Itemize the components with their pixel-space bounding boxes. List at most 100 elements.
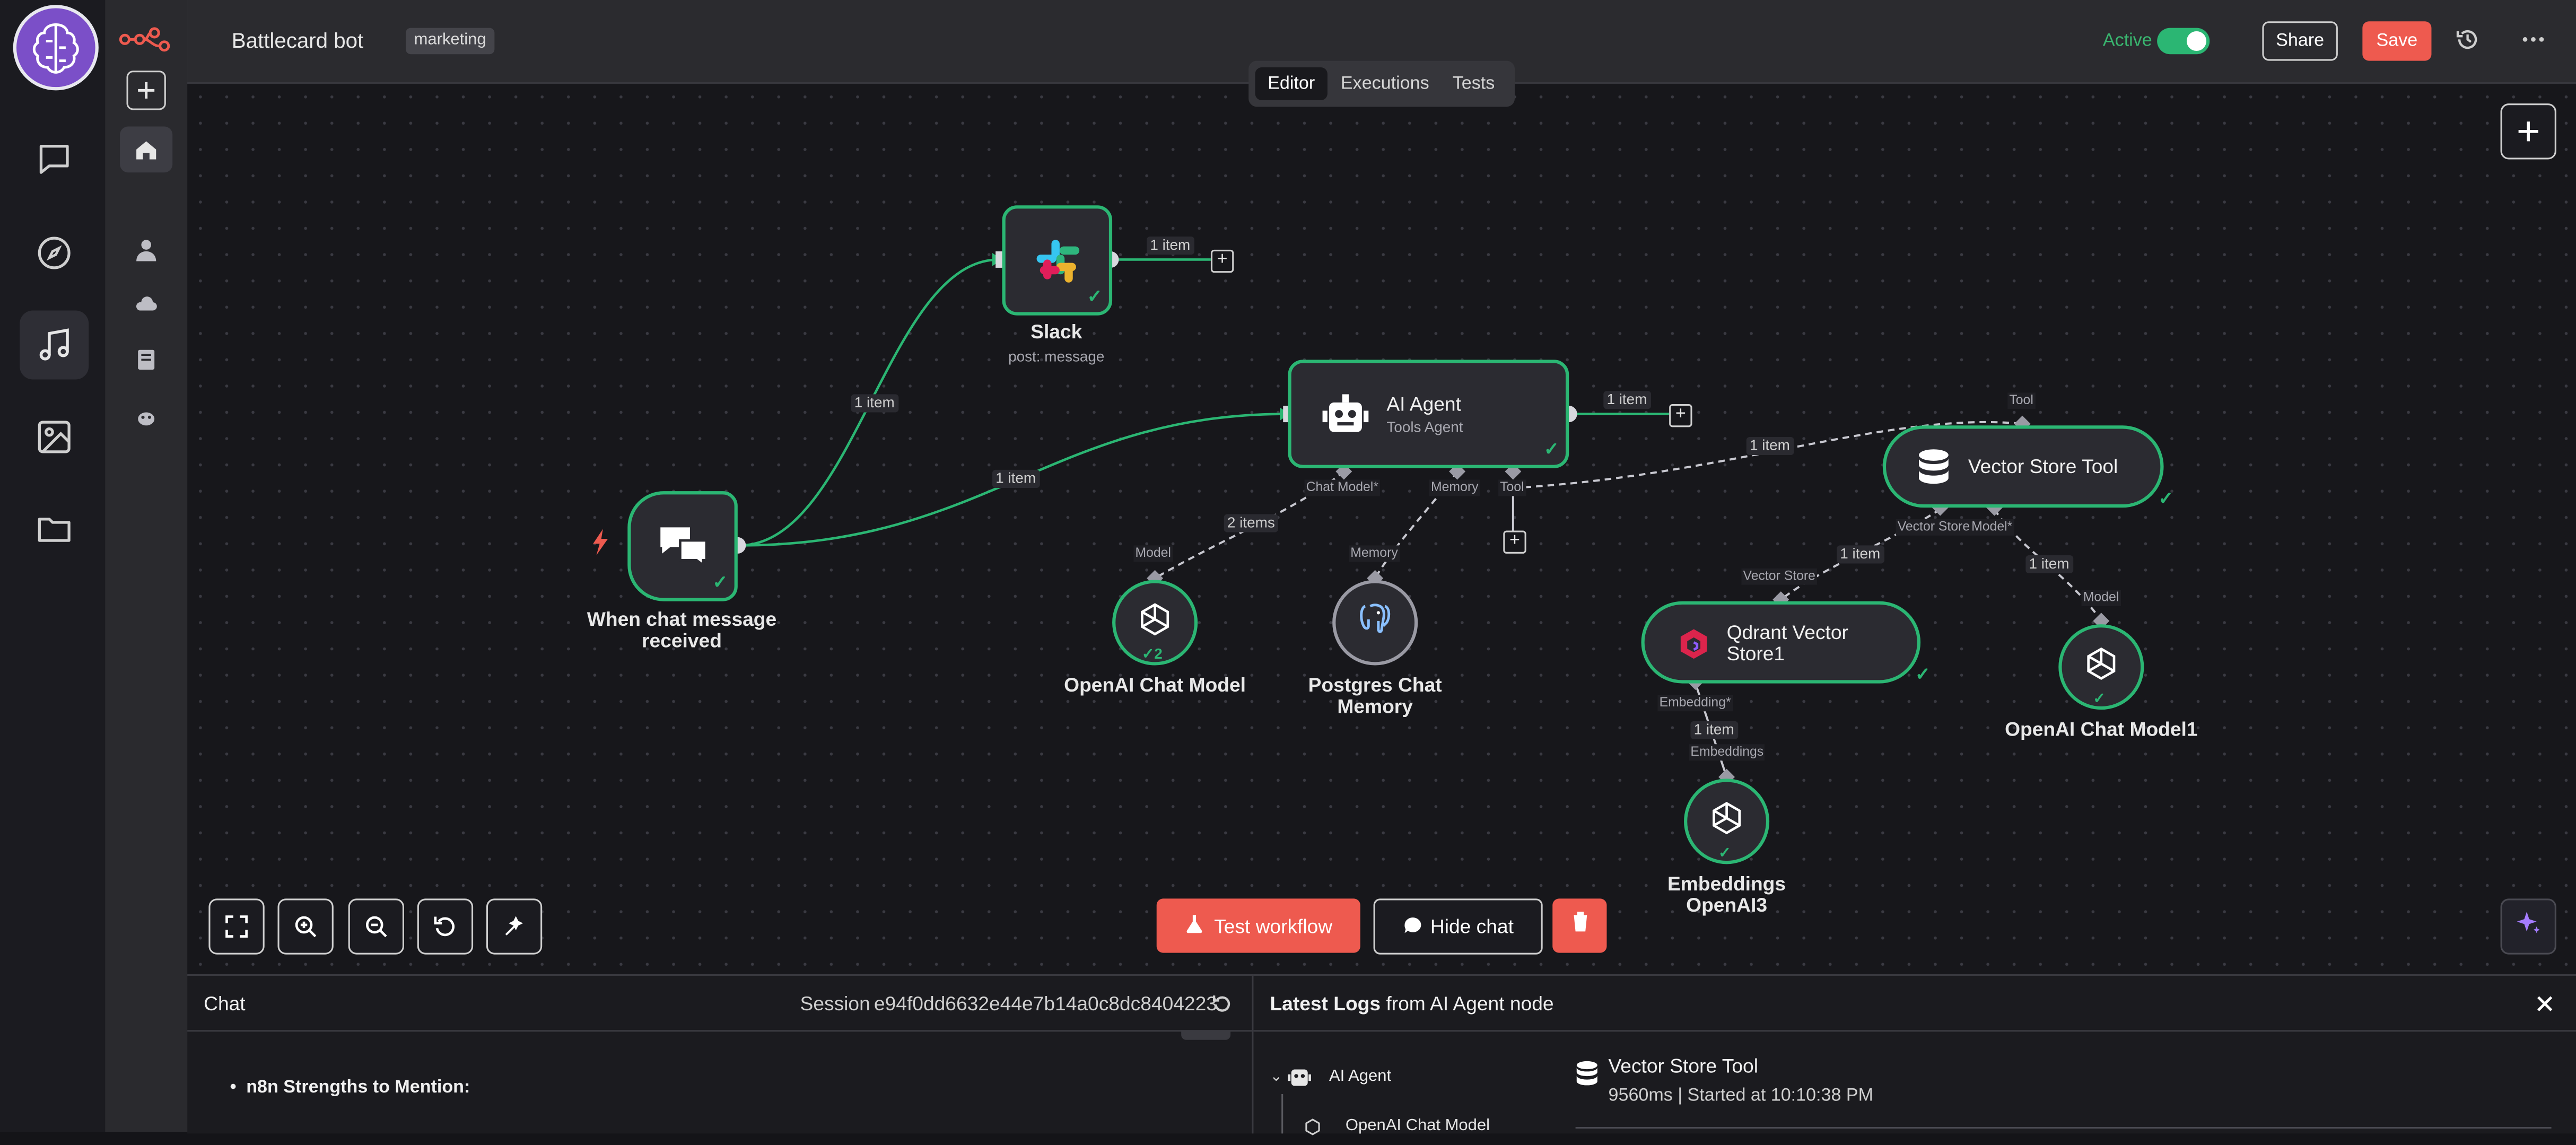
chat-bubbles-icon [657,524,710,575]
success-check-icon: ✓ [1718,844,1731,861]
embeddings-openai-node[interactable]: ✓ [1684,779,1770,864]
test-workflow-button[interactable]: Test workflow [1156,898,1360,953]
log-detail-title: Vector Store Tool [1608,1054,1758,1078]
log-detail-meta: 9560ms | Started at 10:10:38 PM [1608,1086,1873,1106]
port-label: Model* [1970,519,2014,536]
edge-label: 1 item [1147,237,1194,255]
fit-view-button[interactable] [208,898,265,955]
robot-icon [1321,392,1370,447]
qdrant-logo-icon [1678,627,1710,668]
port-label: Model [1133,545,1173,562]
openai-chat-model1-label: OpenAI Chat Model1 [2005,718,2198,741]
port-label: Tool [2007,392,2035,409]
success-check-icon: ✓ [1087,287,1103,308]
embeddings-openai-label: Embeddings OpenAI3 [1667,872,1786,917]
view-tabs: Editor Executions Tests [1248,60,1515,107]
postgres-memory-label: Postgres Chat Memory [1308,674,1442,718]
tab-editor[interactable]: Editor [1255,67,1328,100]
flask-icon [1184,913,1204,938]
close-icon[interactable] [2537,991,2553,1020]
add-after-slack-button[interactable]: + [1210,249,1234,273]
ai-assistant-button[interactable] [2500,898,2556,955]
tab-tests[interactable]: Tests [1443,67,1505,100]
openai-chat-model1-node[interactable]: ✓ [2058,624,2144,710]
logs-panel: Latest Logs from AI Agent node ⌄ AI Agen… [1253,974,2576,1135]
port-label: Embedding* [1657,695,1733,712]
qdrant-vector-store-node[interactable]: Qdrant Vector Store1 ✓ [1641,601,1931,685]
chat-header: Chat Session e94f0dd6632e44e7b14a0c8dc84… [187,976,1252,1032]
edge-label: 2 items [1224,514,1278,532]
vector-store-tool-node[interactable]: Vector Store Tool ✓ [1882,425,2173,509]
edge-label: 1 item [1837,545,1884,564]
postgres-elephant-icon [1356,599,1395,646]
add-after-agent-button[interactable]: + [1669,404,1692,427]
postgres-memory-node[interactable] [1332,580,1418,666]
port-label: Chat Model* [1304,479,1381,496]
zoom-out-button[interactable] [348,898,405,955]
chat-message-text: n8n Strengths to Mention: [246,1078,470,1098]
add-tool-button[interactable]: + [1503,530,1526,554]
chat-message: • n8n Strengths to Mention: [230,1078,470,1098]
ai-agent-label: AI Agent [1386,392,1461,416]
openai-logo-icon [2082,643,2121,691]
ai-agent-sub: Tools Agent [1386,418,1463,435]
run-count: 2 [1154,645,1163,662]
edge-label: 1 item [2025,555,2073,574]
success-check-icon: ✓ [1915,665,1931,685]
tree-line [1281,1094,1283,1134]
slack-sub: post: message [1008,348,1105,365]
tab-executions[interactable]: Executions [1334,67,1436,100]
session-id[interactable]: e94f0dd6632e44e7b14a0c8dc8404223 [874,992,1217,1015]
chat-trigger-label: When chat message received [587,608,777,652]
database-icon [1576,1060,1599,1097]
qdrant-label: Qdrant Vector Store1 [1726,620,1848,666]
database-icon [1917,449,1950,496]
slack-node[interactable]: ✓ [1002,205,1113,316]
log-tree-item[interactable]: OpenAI Chat Model [1346,1117,1490,1135]
success-check-icon: ✓ [2158,490,2174,510]
zoom-in-button[interactable] [277,898,334,955]
port-label: Tool [1498,479,1526,496]
logs-title-bold: Latest Logs [1270,992,1381,1016]
logs-header: Latest Logs from AI Agent node [1253,976,2576,1032]
lightning-trigger-icon [591,529,611,563]
edge-label: 1 item [992,469,1040,488]
port-label: Embeddings [1689,744,1766,761]
openai-logo-icon [1707,798,1746,845]
delete-button[interactable] [1552,898,1607,953]
trash-icon [1570,910,1590,941]
vector-store-tool-label: Vector Store Tool [1968,455,2118,478]
message-actions-tab[interactable] [1181,1030,1231,1040]
reset-zoom-button[interactable] [417,898,474,955]
log-divider [1575,1126,2552,1129]
openai-logo-icon [1135,599,1174,646]
log-tree-item[interactable]: AI Agent [1329,1068,1391,1086]
edge-label: 1 item [1690,721,1737,739]
logs-title: Latest Logs from AI Agent node [1270,992,1553,1015]
reset-session-icon[interactable] [1212,992,1232,1022]
slack-logo-icon [1033,237,1082,294]
connection-wires [729,251,2110,785]
chat-title: Chat [204,992,246,1016]
edge-label: 1 item [851,394,898,413]
success-check-icon: ✓ [712,573,728,593]
ai-agent-node[interactable]: AI Agent Tools Agent ✓ [1288,360,1569,468]
openai-chat-model-node[interactable]: ✓2 [1112,580,1198,666]
chevron-down-icon[interactable]: ⌄ [1270,1068,1282,1086]
hide-chat-button[interactable]: Hide chat [1373,898,1543,955]
edge-label: 1 item [1746,436,1794,456]
session-label: Session [800,992,870,1016]
robot-icon [1286,1064,1313,1096]
success-check-icon: ✓ [2093,689,2106,706]
chat-trigger-node[interactable]: ✓ [627,491,738,601]
logs-title-rest: from AI Agent node [1386,992,1554,1016]
chat-panel: Chat Session e94f0dd6632e44e7b14a0c8dc84… [187,974,1254,1134]
port-label: Memory [1349,545,1400,562]
port-label: Vector Store [1741,568,1818,585]
sparkle-icon [2515,910,2542,944]
openai-chat-model-label: OpenAI Chat Model [1064,674,1246,697]
port-label: Vector Store [1896,519,1972,536]
hide-chat-label: Hide chat [1430,915,1514,938]
tidy-up-button[interactable] [486,898,543,955]
chat-icon [1402,914,1422,939]
